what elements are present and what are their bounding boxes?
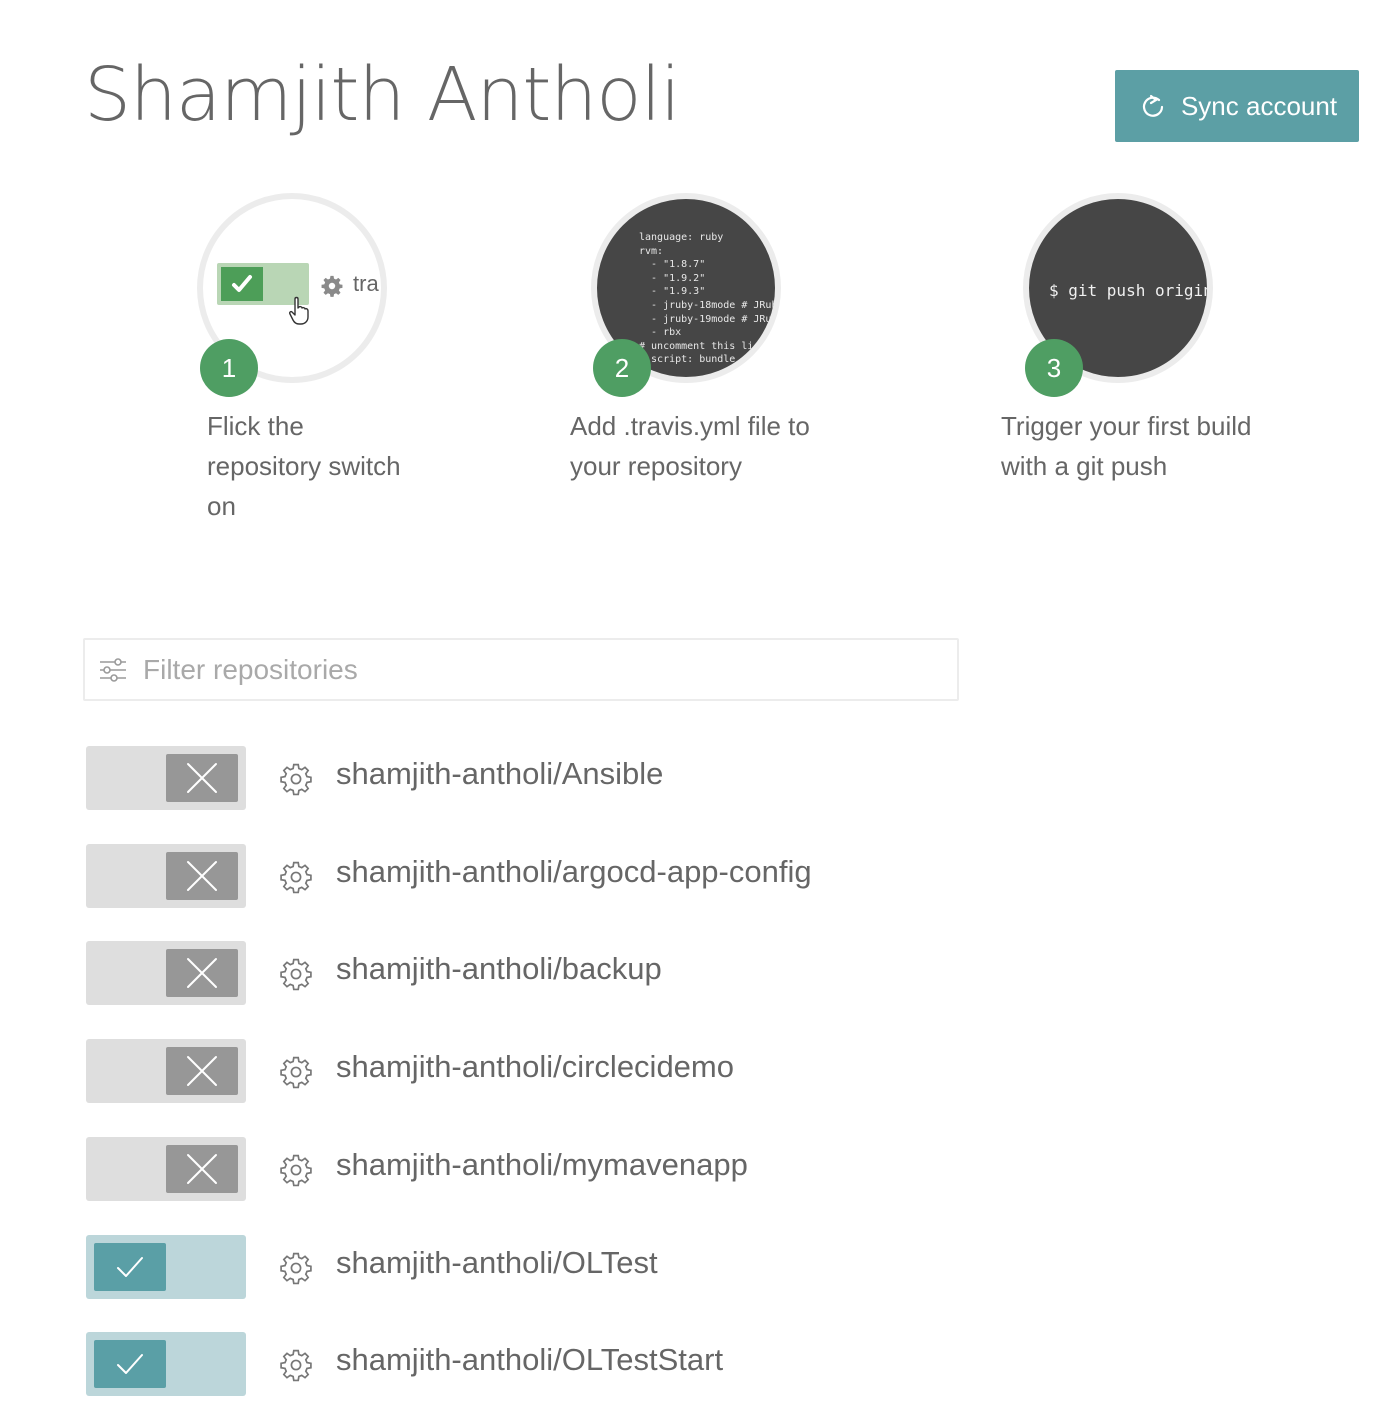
git-push-command: $ git push origin: [1049, 281, 1213, 300]
pointer-hand-icon: [289, 296, 309, 325]
repository-row: shamjith-antholi/OLTest: [86, 1235, 986, 1299]
toggle-knob: [166, 949, 238, 997]
toggle-knob: [166, 852, 238, 900]
check-icon: [232, 275, 252, 292]
repository-name[interactable]: shamjith-antholi/Ansible: [336, 756, 663, 792]
repository-toggle[interactable]: [86, 746, 246, 810]
gear-icon: [321, 275, 343, 297]
step-3-line-2: with a git push: [1001, 451, 1168, 481]
close-icon: [187, 861, 217, 891]
sync-account-label: Sync account: [1180, 90, 1338, 121]
toggle-knob: [94, 1340, 166, 1388]
step-3-badge: 3: [1025, 339, 1083, 397]
repository-toggle[interactable]: [86, 844, 246, 908]
check-icon: [117, 1257, 143, 1277]
repository-name[interactable]: shamjith-antholi/backup: [336, 951, 662, 987]
toggle-knob: [166, 1047, 238, 1095]
gear-icon[interactable]: [279, 860, 313, 894]
step-1-badge: 1: [200, 339, 258, 397]
gear-icon[interactable]: [279, 1153, 313, 1187]
refresh-icon: [1142, 94, 1164, 117]
gear-icon[interactable]: [279, 1251, 313, 1285]
gear-icon[interactable]: [279, 1348, 313, 1382]
repository-toggle[interactable]: [86, 1235, 246, 1299]
toggle-knob: [166, 754, 238, 802]
step-2-line-1: Add .travis.yml file to: [570, 411, 810, 441]
step-1-line-1: Flick the: [207, 411, 304, 441]
step-1-text: Flick the repository switch on: [207, 406, 447, 526]
repository-row: shamjith-antholi/argocd-app-config: [86, 844, 986, 908]
gear-icon[interactable]: [279, 762, 313, 796]
gear-icon[interactable]: [279, 957, 313, 991]
repository-row: shamjith-antholi/Ansible: [86, 746, 986, 810]
repository-name[interactable]: shamjith-antholi/mymavenapp: [336, 1147, 748, 1183]
toggle-knob: [94, 1243, 166, 1291]
demo-repo-text: tra: [353, 271, 379, 296]
demo-switch-knob: [221, 267, 263, 301]
step-2-badge: 2: [593, 339, 651, 397]
repository-name[interactable]: shamjith-antholi/OLTest: [336, 1245, 658, 1281]
repository-row: shamjith-antholi/OLTestStart: [86, 1332, 986, 1396]
sliders-icon: [100, 657, 126, 682]
step-3-text: Trigger your first build with a git push: [1001, 406, 1321, 486]
gear-icon[interactable]: [279, 1055, 313, 1089]
check-icon: [117, 1354, 143, 1374]
close-icon: [187, 763, 217, 793]
page-title: Shamjith Antholi: [84, 52, 681, 138]
step-3-line-1: Trigger your first build: [1001, 411, 1252, 441]
repository-row: shamjith-antholi/mymavenapp: [86, 1137, 986, 1201]
travis-yml-code: language: ruby rvm: - "1.8.7" - "1.9.2" …: [639, 232, 778, 366]
close-icon: [187, 1154, 217, 1184]
step-1-line-3: on: [207, 491, 236, 521]
close-icon: [187, 958, 217, 988]
repository-name[interactable]: shamjith-antholi/circlecidemo: [336, 1049, 734, 1085]
step-1-line-2: repository switch: [207, 451, 401, 481]
repository-name[interactable]: shamjith-antholi/OLTestStart: [336, 1342, 723, 1378]
close-icon: [187, 1056, 217, 1086]
step-2-text: Add .travis.yml file to your repository: [570, 406, 870, 486]
repository-row: shamjith-antholi/backup: [86, 941, 986, 1005]
filter-repositories-box: [83, 638, 959, 701]
toggle-knob: [166, 1145, 238, 1193]
step-2-line-2: your repository: [570, 451, 742, 481]
repository-row: shamjith-antholi/circlecidemo: [86, 1039, 986, 1103]
filter-repositories-input[interactable]: [143, 653, 923, 686]
sync-account-button[interactable]: Sync account: [1115, 70, 1359, 142]
repository-toggle[interactable]: [86, 1137, 246, 1201]
repository-name[interactable]: shamjith-antholi/argocd-app-config: [336, 854, 812, 890]
repository-toggle[interactable]: [86, 941, 246, 1005]
repository-toggle[interactable]: [86, 1039, 246, 1103]
repository-toggle[interactable]: [86, 1332, 246, 1396]
